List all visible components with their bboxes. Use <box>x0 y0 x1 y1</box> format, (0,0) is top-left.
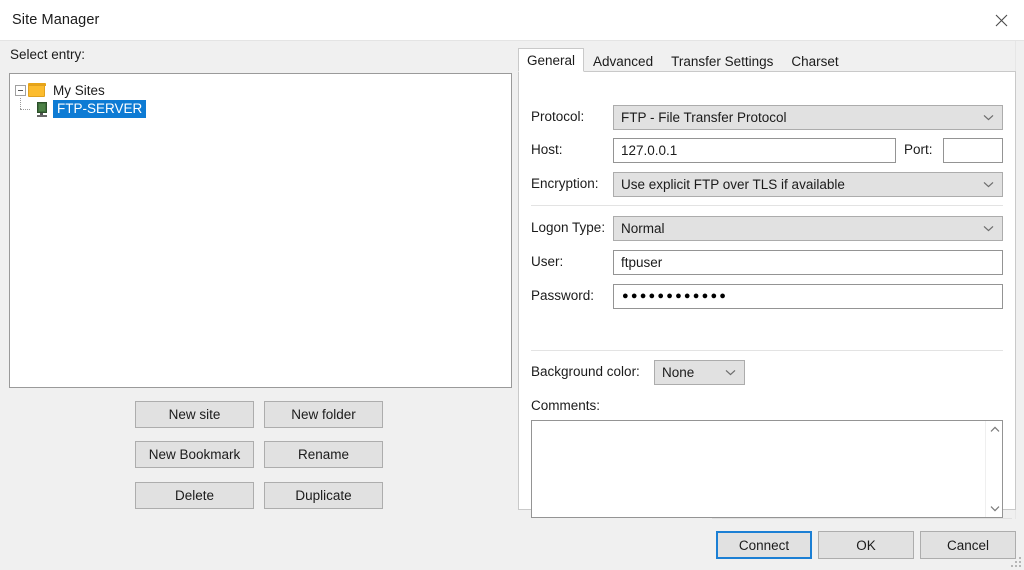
select-entry-label: Select entry: <box>10 47 86 62</box>
user-value: ftpuser <box>621 255 663 270</box>
connect-button[interactable]: Connect <box>716 531 812 559</box>
protocol-select[interactable]: FTP - File Transfer Protocol <box>613 105 1003 130</box>
encryption-select[interactable]: Use explicit FTP over TLS if available <box>613 172 1003 197</box>
new-folder-button[interactable]: New folder <box>264 401 383 428</box>
server-icon <box>36 101 48 117</box>
tab-charset[interactable]: Charset <box>782 49 847 72</box>
tree-item-label: My Sites <box>53 82 105 98</box>
background-color-value: None <box>662 365 695 380</box>
window-title: Site Manager <box>12 12 100 28</box>
password-value: ●●●●●●●●●●●● <box>622 290 729 302</box>
resize-grip-icon[interactable] <box>1008 554 1021 567</box>
site-manager-dialog: Site Manager Select entry: My Sites FTP-… <box>0 0 1024 570</box>
encryption-value: Use explicit FTP over TLS if available <box>621 177 845 192</box>
chevron-down-icon <box>983 173 994 196</box>
chevron-down-icon <box>983 217 994 240</box>
rename-button[interactable]: Rename <box>264 441 383 468</box>
new-bookmark-button[interactable]: New Bookmark <box>135 441 254 468</box>
field-row-encryption: Encryption: Use explicit FTP over TLS if… <box>519 172 1015 198</box>
user-label: User: <box>531 254 564 269</box>
field-row-password: Password: ●●●●●●●●●●●● <box>519 284 1015 310</box>
tab-strip: General Advanced Transfer Settings Chars… <box>518 48 1016 72</box>
field-row-host: Host: 127.0.0.1 Port: <box>519 138 1015 164</box>
field-row-protocol: Protocol: FTP - File Transfer Protocol <box>519 105 1015 131</box>
field-row-user: User: ftpuser <box>519 250 1015 276</box>
encryption-label: Encryption: <box>531 176 599 191</box>
tree-elbow-connector <box>15 98 35 118</box>
background-color-label: Background color: <box>531 364 640 379</box>
comments-textarea[interactable] <box>531 420 1003 518</box>
close-icon <box>995 14 1008 27</box>
tree-item-label-selected: FTP-SERVER <box>53 100 147 118</box>
tab-transfer-settings[interactable]: Transfer Settings <box>662 49 782 72</box>
scroll-down-icon[interactable] <box>986 500 1003 517</box>
host-label: Host: <box>531 142 563 157</box>
new-site-button[interactable]: New site <box>135 401 254 428</box>
tab-page-general: Protocol: FTP - File Transfer Protocol H… <box>518 71 1016 518</box>
background-color-select[interactable]: None <box>654 360 745 385</box>
field-row-logon-type: Logon Type: Normal <box>519 216 1015 242</box>
logon-type-value: Normal <box>621 221 665 236</box>
tree-item-ftp-server[interactable]: FTP-SERVER <box>15 98 147 118</box>
title-bar: Site Manager <box>0 0 1024 41</box>
section-divider-1 <box>531 205 1003 206</box>
tree-expander-icon[interactable] <box>15 84 26 96</box>
password-input[interactable]: ●●●●●●●●●●●● <box>613 284 1003 309</box>
close-button[interactable] <box>978 0 1024 40</box>
delete-button[interactable]: Delete <box>135 482 254 509</box>
field-row-comments: Comments: <box>519 394 1015 420</box>
logon-type-select[interactable]: Normal <box>613 216 1003 241</box>
user-input[interactable]: ftpuser <box>613 250 1003 275</box>
site-tree[interactable]: My Sites FTP-SERVER <box>9 73 512 388</box>
protocol-label: Protocol: <box>531 109 585 124</box>
tab-general[interactable]: General <box>518 48 585 72</box>
cancel-button[interactable]: Cancel <box>920 531 1016 559</box>
settings-pane: General Advanced Transfer Settings Chars… <box>518 48 1016 518</box>
comments-scrollbar[interactable] <box>985 421 1002 517</box>
folder-icon <box>28 83 46 97</box>
section-divider-2 <box>531 350 1003 351</box>
field-row-background-color: Background color: None <box>519 360 1015 386</box>
host-input[interactable]: 127.0.0.1 <box>613 138 896 163</box>
protocol-value: FTP - File Transfer Protocol <box>621 110 787 125</box>
scroll-up-icon[interactable] <box>986 421 1003 438</box>
port-label: Port: <box>904 142 933 157</box>
tree-item-my-sites[interactable]: My Sites <box>15 81 107 99</box>
port-input[interactable] <box>943 138 1003 163</box>
password-label: Password: <box>531 288 595 303</box>
footer-divider <box>712 518 1012 519</box>
chevron-down-icon <box>725 361 736 384</box>
host-value: 127.0.0.1 <box>621 143 678 158</box>
tab-advanced[interactable]: Advanced <box>584 49 662 72</box>
comments-label: Comments: <box>531 398 601 413</box>
ok-button[interactable]: OK <box>818 531 914 559</box>
duplicate-button[interactable]: Duplicate <box>264 482 383 509</box>
chevron-down-icon <box>983 106 994 129</box>
logon-type-label: Logon Type: <box>531 220 606 235</box>
